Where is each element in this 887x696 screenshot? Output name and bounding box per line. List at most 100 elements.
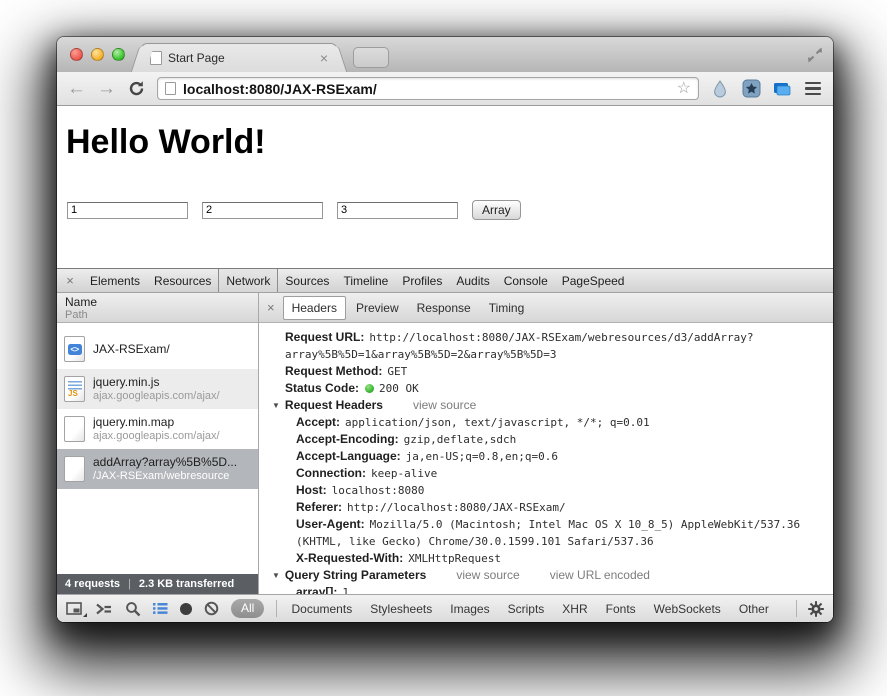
filter-all-button[interactable]: All: [231, 599, 264, 618]
view-source-link[interactable]: view source: [456, 568, 519, 582]
request-row-jquery-js[interactable]: JS jquery.min.js ajax.googleapis.com/aja…: [57, 369, 258, 409]
tab-elements[interactable]: Elements: [83, 269, 147, 292]
traffic-lights: [70, 48, 125, 61]
request-detail-pane: × Headers Preview Response Timing Reques…: [259, 293, 833, 594]
sidebar-column-header[interactable]: Name Path: [57, 293, 258, 323]
devtools-close-icon[interactable]: ×: [57, 269, 83, 292]
devtools-bottom-toolbar: All Documents Stylesheets Images Scripts…: [57, 594, 833, 622]
console-drawer-icon[interactable]: [95, 602, 113, 616]
request-method-line: Request Method:GET: [259, 363, 833, 380]
filter-images[interactable]: Images: [447, 602, 492, 616]
address-bar[interactable]: localhost:8080/JAX-RSExam/ ☆: [157, 77, 699, 100]
droplet-extension-icon[interactable]: [710, 79, 730, 99]
star-extension-icon[interactable]: [741, 79, 761, 99]
request-headers-section: ▼Request Headersview source: [259, 397, 833, 414]
column-path-label: Path: [65, 309, 258, 321]
subtab-response[interactable]: Response: [409, 297, 479, 319]
url-text[interactable]: localhost:8080/JAX-RSExam/: [183, 81, 670, 97]
tab-title: Start Page: [168, 51, 314, 65]
subtab-timing[interactable]: Timing: [481, 297, 533, 319]
tab-close-icon[interactable]: ×: [320, 52, 328, 64]
tab-profiles[interactable]: Profiles: [395, 269, 449, 292]
pane-close-icon[interactable]: ×: [263, 300, 283, 315]
record-icon[interactable]: [180, 603, 192, 615]
request-row-jax-rsexam[interactable]: <> JAX-RSExam/: [57, 329, 258, 369]
request-detail-tabs: × Headers Preview Response Timing: [259, 293, 833, 323]
header-line: Accept:application/json, text/javascript…: [259, 414, 833, 431]
title-bar: Start Page ×: [57, 37, 833, 72]
query-string-section: ▼Query String Parametersview sourceview …: [259, 567, 833, 584]
browser-window: Start Page × ← → localhost:8080/JAX: [57, 37, 833, 622]
headers-content: Request URL:http://localhost:8080/JAX-RS…: [259, 323, 833, 594]
new-tab-button[interactable]: [353, 47, 389, 68]
zoom-window-button[interactable]: [112, 48, 125, 61]
number-input-1[interactable]: [67, 202, 188, 219]
filter-stylesheets[interactable]: Stylesheets: [367, 602, 435, 616]
filter-xhr[interactable]: XHR: [559, 602, 590, 616]
header-line: X-Requested-With:XMLHttpRequest: [259, 550, 833, 567]
view-url-encoded-link[interactable]: view URL encoded: [550, 568, 650, 582]
number-input-3[interactable]: [337, 202, 458, 219]
subtab-headers[interactable]: Headers: [283, 296, 346, 320]
file-icon: [64, 416, 85, 442]
status-separator: |: [128, 578, 131, 590]
disclosure-triangle-icon[interactable]: ▼: [272, 397, 280, 414]
fullscreen-icon[interactable]: [806, 46, 824, 64]
tab-sources[interactable]: Sources: [278, 269, 336, 292]
gear-icon[interactable]: [808, 601, 824, 617]
clear-icon[interactable]: [204, 601, 219, 616]
dock-icon[interactable]: [66, 602, 83, 616]
page-icon: [165, 82, 176, 95]
tab-timeline[interactable]: Timeline: [336, 269, 395, 292]
reload-icon[interactable]: [127, 79, 146, 98]
tab-audits[interactable]: Audits: [449, 269, 496, 292]
page-content: Hello World! Array: [57, 106, 833, 268]
folder-extension-icon[interactable]: [772, 79, 792, 99]
devtools-panel: × Elements Resources Network Sources Tim…: [57, 268, 833, 622]
status-code-line: Status Code:200 OK: [259, 380, 833, 397]
html-file-icon: <>: [64, 336, 85, 362]
devtools-tabbar: × Elements Resources Network Sources Tim…: [57, 269, 833, 293]
filter-other[interactable]: Other: [736, 602, 772, 616]
close-window-button[interactable]: [70, 48, 83, 61]
network-sidebar: Name Path <> JAX-RSExam/ JS: [57, 293, 259, 594]
header-line: Accept-Language:ja,en-US;q=0.8,en;q=0.6: [259, 448, 833, 465]
network-status-bar: 4 requests | 2.3 KB transferred: [57, 574, 258, 594]
filter-icon[interactable]: [153, 602, 168, 615]
tab-favicon-icon: [150, 51, 162, 65]
inputs-row: Array: [67, 200, 521, 220]
column-name-label: Name: [65, 295, 258, 309]
filter-scripts[interactable]: Scripts: [505, 602, 548, 616]
request-row-jquery-map[interactable]: jquery.min.map ajax.googleapis.com/ajax/: [57, 409, 258, 449]
header-line: Connection:keep-alive: [259, 465, 833, 482]
back-icon[interactable]: ←: [67, 79, 86, 99]
js-file-icon: JS: [64, 376, 85, 402]
request-url-line: Request URL:http://localhost:8080/JAX-RS…: [259, 329, 833, 363]
status-ok-icon: [365, 384, 374, 393]
nav-toolbar: ← → localhost:8080/JAX-RSExam/ ☆: [57, 72, 833, 106]
file-icon: [64, 456, 85, 482]
browser-tab[interactable]: Start Page ×: [141, 43, 337, 72]
query-param-line: array[]:1: [259, 584, 833, 594]
header-line: Host:localhost:8080: [259, 482, 833, 499]
filter-fonts[interactable]: Fonts: [603, 602, 639, 616]
array-button[interactable]: Array: [472, 200, 521, 220]
tab-console[interactable]: Console: [497, 269, 555, 292]
request-list: <> JAX-RSExam/ JS jquery.min.js ajax.goo…: [57, 323, 258, 574]
filter-documents[interactable]: Documents: [289, 602, 356, 616]
tab-resources[interactable]: Resources: [147, 269, 218, 292]
search-icon[interactable]: [125, 601, 141, 617]
bookmark-star-icon[interactable]: ☆: [677, 81, 691, 97]
view-source-link[interactable]: view source: [413, 398, 476, 412]
menu-icon[interactable]: [803, 80, 823, 98]
filter-websockets[interactable]: WebSockets: [651, 602, 724, 616]
header-line: Referer:http://localhost:8080/JAX-RSExam…: [259, 499, 833, 516]
request-row-addarray[interactable]: addArray?array%5B%5D... /JAX-RSExam/webr…: [57, 449, 258, 489]
subtab-preview[interactable]: Preview: [348, 297, 407, 319]
number-input-2[interactable]: [202, 202, 323, 219]
disclosure-triangle-icon[interactable]: ▼: [272, 567, 280, 584]
minimize-window-button[interactable]: [91, 48, 104, 61]
tab-network[interactable]: Network: [218, 269, 278, 292]
tab-pagespeed[interactable]: PageSpeed: [555, 269, 632, 292]
forward-icon[interactable]: →: [97, 79, 116, 99]
